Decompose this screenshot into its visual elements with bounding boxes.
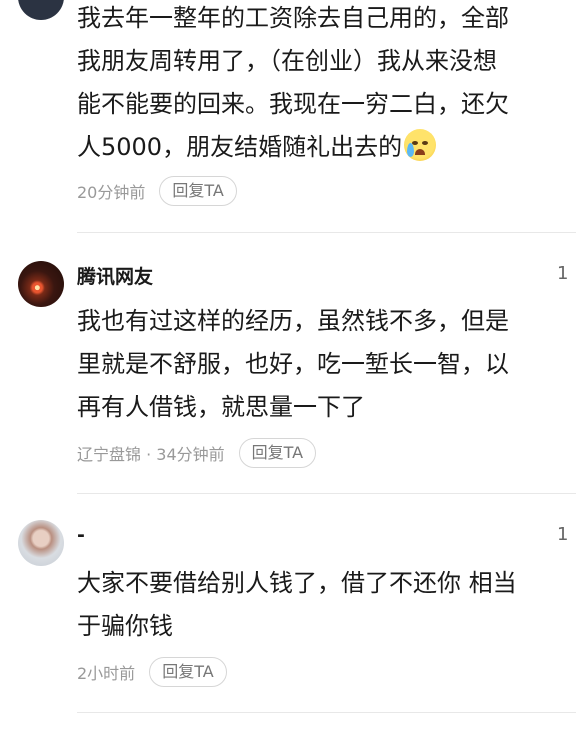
comment-meta: 辽宁盘锦 · 34分钟前 回复TA: [77, 438, 317, 468]
comment-text: 我也有过这样的经历，虽然钱不多，但是 里就是不舒服，也好，吃一堑长一智，以 再有…: [77, 300, 576, 429]
reply-button[interactable]: 回复TA: [149, 657, 227, 687]
reply-button[interactable]: 回复TA: [159, 176, 237, 206]
comment-location-time: 辽宁盘锦 · 34分钟前: [77, 445, 225, 464]
reply-button[interactable]: 回复TA: [238, 438, 317, 468]
divider: [77, 493, 576, 494]
avatar[interactable]: [18, 261, 64, 307]
comment-username[interactable]: 腾讯网友: [77, 262, 153, 289]
comment-line: 于骗你钱: [77, 612, 173, 640]
comment-text: 我去年一整年的工资除去自己用的，全部 我朋友周转用了，（在创业）我从来没想 能不…: [77, 0, 576, 169]
comment-text: 大家不要借给别人钱了，借了不还你 相当 于骗你钱: [77, 562, 576, 648]
comment-line: 再有人借钱，就思量一下了: [77, 393, 365, 421]
comment-line: 能不能要的回来。我现在一穷二白，还欠: [77, 90, 509, 118]
crying-face-emoji-icon: [404, 129, 437, 161]
comment-timestamp: 20分钟前: [77, 183, 146, 202]
comment-line: 我也有过这样的经历，虽然钱不多，但是: [77, 307, 509, 335]
avatar[interactable]: [18, 0, 64, 20]
comment-meta: 2小时前 回复TA: [77, 657, 227, 687]
comment-line-with-emoji: 人5000，朋友结婚随礼出去的: [77, 126, 576, 169]
divider: [77, 232, 576, 233]
comment-timestamp: 2小时前: [77, 664, 136, 683]
avatar[interactable]: [18, 520, 64, 566]
like-count[interactable]: 1: [557, 524, 568, 545]
like-count[interactable]: 1: [557, 263, 568, 284]
comment-username[interactable]: -: [77, 524, 85, 546]
comment-line: 我朋友周转用了，（在创业）我从来没想: [77, 47, 497, 75]
comment-line: 大家不要借给别人钱了，借了不还你 相当: [77, 569, 517, 597]
comment-line: 人5000，朋友结婚随礼出去的: [77, 133, 403, 161]
comment-line: 我去年一整年的工资除去自己用的，全部: [77, 4, 509, 32]
divider: [77, 712, 576, 713]
comment-meta: 20分钟前 回复TA: [77, 176, 237, 206]
comment-line: 里就是不舒服，也好，吃一堑长一智，以: [77, 350, 509, 378]
